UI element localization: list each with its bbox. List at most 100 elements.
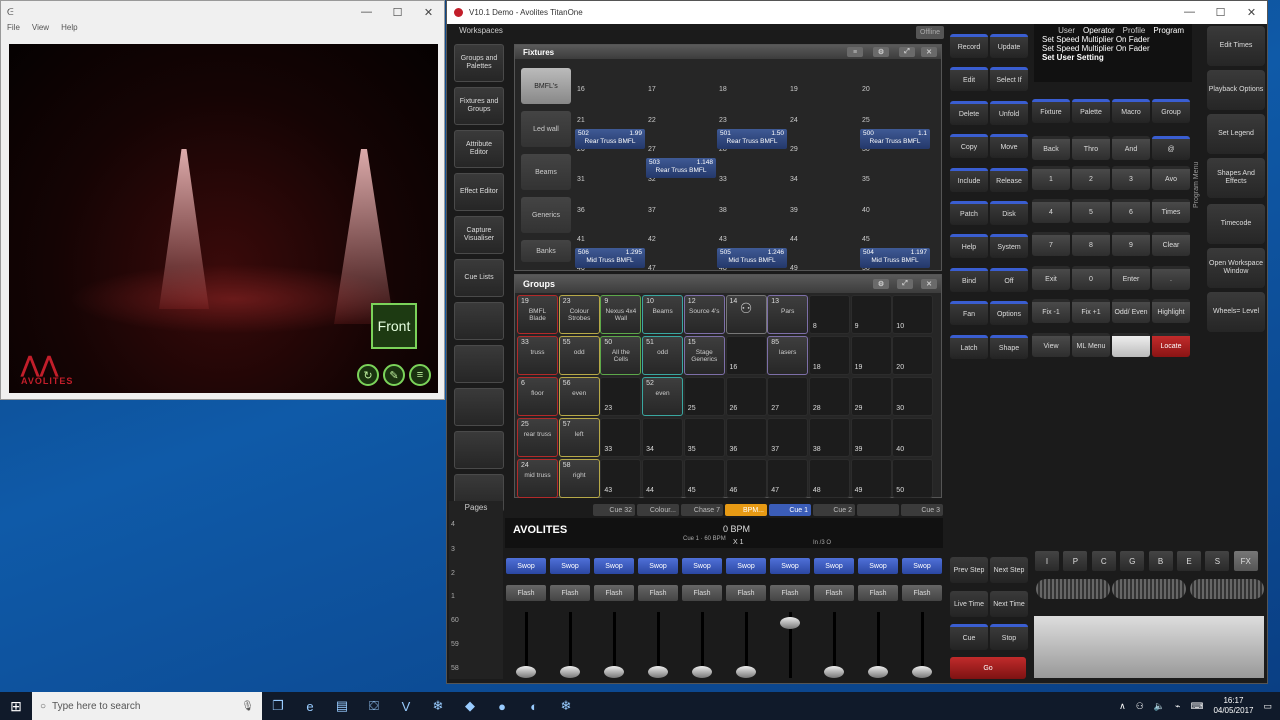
close-icon[interactable]: ✕ [921, 279, 937, 289]
group-cell[interactable]: 25 rear truss [517, 418, 558, 457]
execution-button[interactable]: Cue [950, 624, 988, 650]
keypad-button[interactable]: Highlight [1152, 299, 1190, 323]
keypad-button[interactable]: View [1032, 333, 1070, 357]
workspace-empty-slot[interactable] [454, 431, 504, 469]
workspace-empty-slot[interactable] [454, 388, 504, 426]
keyboard-icon[interactable]: ⌨ [1190, 701, 1203, 712]
group-cell[interactable]: 25 [683, 377, 725, 416]
function-key[interactable]: G [1120, 551, 1145, 571]
group-cell[interactable]: 85 lasers [767, 336, 809, 375]
command-button[interactable]: Release [990, 167, 1028, 192]
group-cell[interactable]: 13 Pars [767, 295, 809, 334]
group-cell[interactable]: 52 even [642, 377, 684, 416]
close-icon[interactable]: ✕ [921, 47, 937, 57]
group-cell[interactable]: 36 [725, 418, 767, 457]
clock[interactable]: 16:17 04/05/2017 [1213, 696, 1253, 716]
group-cell[interactable]: 26 [725, 377, 767, 416]
side-menu-button[interactable]: Wheels= Level [1207, 292, 1265, 332]
fixture-block[interactable]: 506 1.295 Mid Truss BMFL [575, 248, 645, 268]
group-cell[interactable]: 27 [767, 377, 809, 416]
flash-button[interactable]: Flash [858, 585, 898, 601]
fixture-category-button[interactable]: Generics [521, 197, 571, 233]
fixture-slot-number[interactable]: 39 [790, 207, 798, 214]
page-number[interactable]: 60 [451, 617, 459, 624]
command-button[interactable]: Off [990, 267, 1028, 292]
keypad-button[interactable]: 8 [1072, 232, 1110, 256]
execution-button[interactable]: Live Time [950, 591, 988, 617]
menu-icon[interactable]: ≡ [409, 364, 431, 386]
fixture-slot-number[interactable]: 23 [719, 117, 727, 124]
chevron-up-icon[interactable]: ∧ [1119, 701, 1126, 712]
encoder-wheel[interactable] [1112, 579, 1186, 599]
list-icon[interactable]: ≡ [847, 47, 863, 57]
flash-button[interactable]: Flash [726, 585, 766, 601]
taskbar-search[interactable]: ○ Type here to search 🎙 [32, 692, 262, 720]
fixture-slot-number[interactable]: 18 [719, 86, 727, 93]
windows-start-icon[interactable]: ⊞ [0, 692, 32, 720]
group-cell[interactable]: 10 [892, 295, 934, 334]
keypad-button[interactable]: Back [1032, 136, 1070, 160]
playback-fader[interactable] [550, 612, 590, 680]
fixture-slot-number[interactable]: 24 [790, 117, 798, 124]
command-button[interactable]: Select If [990, 67, 1028, 92]
group-cell[interactable]: 6 floor [517, 377, 558, 416]
fixture-slot-number[interactable]: 35 [862, 176, 870, 183]
fixture-slot-number[interactable]: 37 [648, 207, 656, 214]
group-cell[interactable]: 37 [767, 418, 809, 457]
keypad-button[interactable]: Locate [1152, 333, 1190, 357]
task-view-icon[interactable]: ❐ [262, 692, 294, 720]
group-cell[interactable]: 8 [808, 295, 850, 334]
group-cell[interactable]: 49 [850, 459, 892, 498]
side-menu-button[interactable]: Playback Options [1207, 70, 1265, 110]
fader-knob[interactable] [868, 666, 888, 678]
fixture-slot-number[interactable]: 40 [862, 207, 870, 214]
swop-button[interactable]: Swop [726, 558, 766, 574]
group-cell[interactable]: 14 ⚇ [725, 295, 767, 334]
fixture-slot-number[interactable]: 25 [862, 117, 870, 124]
group-cell[interactable]: 35 [683, 418, 725, 457]
command-button[interactable]: Edit [950, 67, 988, 92]
front-view-button[interactable]: Front [371, 303, 417, 349]
playback-fader[interactable] [506, 612, 546, 680]
flash-button[interactable]: Flash [682, 585, 722, 601]
side-menu-button[interactable]: Set Legend [1207, 114, 1265, 154]
group-cell[interactable]: 43 [600, 459, 642, 498]
fixture-block[interactable]: 503 1.148 Rear Truss BMFL [646, 158, 716, 178]
keypad-button[interactable]: 9 [1112, 232, 1150, 256]
fixture-slot-number[interactable]: 29 [790, 146, 798, 153]
titan-app-icon[interactable]: ● [486, 692, 518, 720]
playback-tab[interactable]: BPM... [725, 504, 767, 516]
playback-fader[interactable] [638, 612, 678, 680]
group-cell[interactable]: 38 [808, 418, 850, 457]
keypad-button[interactable]: And [1112, 136, 1150, 160]
edit-icon[interactable]: ✎ [383, 364, 405, 386]
keypad-button[interactable]: Group [1152, 99, 1190, 123]
keypad-button[interactable]: Macro [1112, 99, 1150, 123]
encoder-wheel[interactable] [1036, 579, 1110, 599]
fader-knob[interactable] [516, 666, 536, 678]
fixture-block[interactable]: 502 1.99 Rear Truss BMFL [575, 129, 645, 149]
keypad-button[interactable] [1112, 333, 1150, 357]
group-cell[interactable]: 28 [808, 377, 850, 416]
keypad-button[interactable]: Times [1152, 199, 1190, 223]
group-cell[interactable]: 18 [808, 336, 850, 375]
group-cell[interactable]: 34 [642, 418, 684, 457]
page-number[interactable]: 1 [451, 593, 455, 600]
fixture-slot-number[interactable]: 17 [648, 86, 656, 93]
store-icon[interactable]: ⛋ [358, 692, 390, 720]
group-cell[interactable]: 39 [850, 418, 892, 457]
close-icon[interactable]: ✕ [1236, 1, 1267, 23]
group-cell[interactable]: 9 [850, 295, 892, 334]
command-button[interactable]: Include [950, 167, 988, 192]
command-button[interactable]: Options [990, 301, 1028, 326]
group-cell[interactable]: 33 truss [517, 336, 558, 375]
fader-knob[interactable] [692, 666, 712, 678]
fixture-slot-number[interactable]: 43 [719, 236, 727, 243]
fixture-slot-number[interactable]: 38 [719, 207, 727, 214]
group-cell[interactable]: 19 [850, 336, 892, 375]
group-cell[interactable]: 45 [683, 459, 725, 498]
expand-icon[interactable]: ⤢ [897, 279, 913, 289]
swop-button[interactable]: Swop [682, 558, 722, 574]
fixture-block[interactable]: 501 1.50 Rear Truss BMFL [717, 129, 787, 149]
execution-button[interactable]: Go [950, 657, 1026, 679]
